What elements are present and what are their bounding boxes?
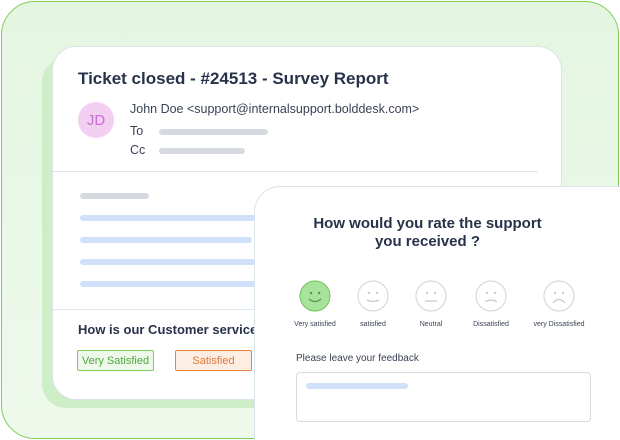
to-placeholder bbox=[159, 129, 268, 135]
body-line bbox=[80, 281, 260, 287]
satisfied-button[interactable]: Satisfied bbox=[175, 350, 252, 371]
survey-card: How would you rate the support you receiv… bbox=[254, 186, 620, 440]
very-happy-face-icon[interactable] bbox=[299, 280, 331, 312]
cc-label: Cc bbox=[130, 143, 146, 157]
very-satisfied-button[interactable]: Very Satisfied bbox=[77, 350, 154, 371]
rating-label: Neutral bbox=[419, 321, 443, 328]
body-line bbox=[80, 237, 252, 243]
rating-label: Very satisfied bbox=[294, 321, 336, 328]
body-line bbox=[80, 215, 260, 221]
avatar: JD bbox=[78, 102, 114, 138]
happy-face-icon[interactable] bbox=[357, 280, 389, 312]
feedback-input[interactable] bbox=[296, 372, 591, 422]
sad-face-icon[interactable] bbox=[475, 280, 507, 312]
survey-title-line2: you received ? bbox=[374, 233, 481, 250]
survey-title: How would you rate the support you receiv… bbox=[255, 215, 600, 251]
very-sad-face-icon[interactable] bbox=[543, 280, 575, 312]
feedback-text-placeholder bbox=[306, 383, 408, 389]
rating-label: Dissatisfied bbox=[473, 321, 509, 328]
email-subject: Ticket closed - #24513 - Survey Report bbox=[78, 69, 389, 88]
survey-title-line1: How would you rate the support bbox=[313, 215, 542, 232]
rating-label: satisfied bbox=[360, 321, 386, 328]
body-placeholder bbox=[80, 193, 149, 199]
to-label: To bbox=[130, 124, 144, 138]
feedback-label: Please leave your feedback bbox=[296, 353, 419, 364]
divider bbox=[53, 171, 538, 172]
body-line bbox=[80, 259, 260, 265]
survey-question: How is our Customer service ? bbox=[78, 322, 269, 337]
sender: John Doe <support@internalsupport.boldde… bbox=[130, 102, 420, 116]
neutral-face-icon[interactable] bbox=[415, 280, 447, 312]
cc-placeholder bbox=[159, 148, 245, 154]
rating-label: very Dissatisfied bbox=[533, 321, 585, 328]
